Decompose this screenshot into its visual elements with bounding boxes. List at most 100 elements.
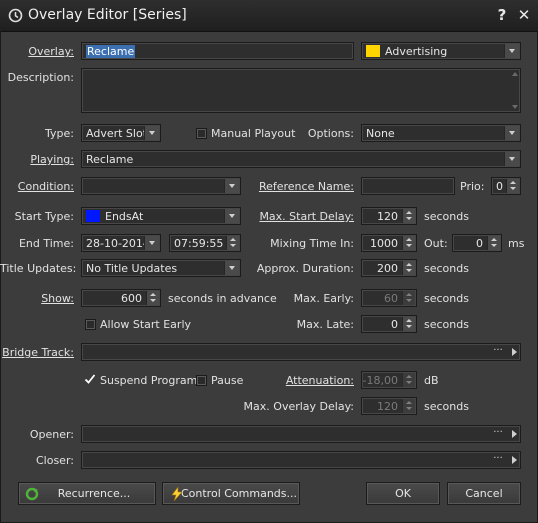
max-early-value: 60 xyxy=(384,292,398,305)
show-value: 600 xyxy=(121,292,142,305)
close-button[interactable]: ✕ xyxy=(516,6,532,24)
chevron-down-icon[interactable] xyxy=(144,126,159,140)
type-value: Advert Slot xyxy=(86,127,148,140)
max-start-delay-label: Max. Start Delay: xyxy=(259,210,354,223)
closer-label: Closer: xyxy=(35,454,74,467)
out-value: 0 xyxy=(476,237,483,250)
category-select[interactable]: Advertising xyxy=(361,42,521,60)
category-value: Advertising xyxy=(385,45,448,58)
spinner-arrows-icon[interactable] xyxy=(226,236,239,250)
condition-label: Condition: xyxy=(17,180,74,193)
options-select[interactable]: None xyxy=(361,124,521,142)
condition-select[interactable] xyxy=(81,177,241,195)
chevron-down-icon[interactable] xyxy=(224,261,239,275)
scroll-up-icon[interactable] xyxy=(512,72,518,76)
spinner-arrows-icon[interactable] xyxy=(402,291,415,305)
clock-icon xyxy=(8,8,23,23)
suspend-program-checkbox[interactable] xyxy=(84,373,96,385)
max-overlay-delay-label: Max. Overlay Delay: xyxy=(243,400,354,413)
control-commands-label: Control Commands... xyxy=(180,487,297,500)
scroll-down-icon[interactable] xyxy=(512,105,518,109)
overlay-name-input[interactable]: Reclame xyxy=(81,42,354,60)
browse-ellipsis-button[interactable]: ··· xyxy=(490,453,506,467)
out-spinner[interactable]: 0 xyxy=(452,234,502,252)
endsat-color-swatch xyxy=(86,210,100,222)
type-select[interactable]: Advert Slot xyxy=(81,124,161,142)
max-early-unit: seconds xyxy=(424,292,469,305)
attenuation-unit: dB xyxy=(424,374,439,387)
opener-input[interactable]: ··· xyxy=(81,425,521,443)
end-time-label: End Time: xyxy=(18,237,74,250)
play-arrow-icon[interactable] xyxy=(512,348,517,356)
title-updates-select[interactable]: No Title Updates xyxy=(81,259,241,277)
spinner-arrows-icon[interactable] xyxy=(402,261,415,275)
chevron-down-icon[interactable] xyxy=(504,126,519,140)
max-start-delay-unit: seconds xyxy=(424,210,469,223)
spinner-arrows-icon[interactable] xyxy=(402,399,415,413)
control-commands-button[interactable]: Control Commands... xyxy=(162,482,300,505)
title-updates-value: No Title Updates xyxy=(86,262,178,275)
chevron-down-icon[interactable] xyxy=(504,44,519,58)
start-type-select[interactable]: EndsAt xyxy=(81,207,241,225)
chevron-down-icon[interactable] xyxy=(144,236,159,250)
spinner-arrows-icon[interactable] xyxy=(487,236,500,250)
help-button[interactable]: ? xyxy=(494,6,510,24)
approx-duration-unit: seconds xyxy=(424,262,469,275)
suspend-program-label: Suspend Program xyxy=(100,374,198,387)
show-spinner[interactable]: 600 xyxy=(81,289,161,307)
browse-ellipsis-button[interactable]: ··· xyxy=(490,345,506,359)
chevron-down-icon[interactable] xyxy=(224,209,239,223)
spinner-arrows-icon[interactable] xyxy=(146,291,159,305)
closer-input[interactable]: ··· xyxy=(81,451,521,469)
spinner-arrows-icon[interactable] xyxy=(402,317,415,331)
spinner-arrows-icon[interactable] xyxy=(402,373,415,387)
play-arrow-icon[interactable] xyxy=(512,456,517,464)
bridge-track-label: Bridge Track: xyxy=(2,346,74,359)
playing-value: Reclame xyxy=(86,153,134,166)
options-label: Options: xyxy=(307,127,354,140)
window-title: Overlay Editor [Series] xyxy=(28,7,187,23)
allow-start-early-checkbox[interactable] xyxy=(85,319,96,330)
play-arrow-icon[interactable] xyxy=(512,430,517,438)
max-overlay-delay-spinner[interactable]: 120 xyxy=(361,397,417,415)
max-late-spinner[interactable]: 0 xyxy=(361,315,417,333)
chevron-down-icon[interactable] xyxy=(224,179,239,193)
max-overlay-delay-value: 120 xyxy=(377,400,398,413)
bridge-track-input[interactable]: ··· xyxy=(81,343,521,361)
manual-playout-checkbox[interactable] xyxy=(196,128,207,139)
allow-start-early-label: Allow Start Early xyxy=(100,318,192,331)
pause-checkbox[interactable] xyxy=(196,375,207,386)
type-label: Type: xyxy=(45,127,74,140)
show-label: Show: xyxy=(41,292,74,305)
prio-spinner[interactable]: 0 xyxy=(491,177,521,195)
spinner-arrows-icon[interactable] xyxy=(402,209,415,223)
spinner-arrows-icon[interactable] xyxy=(402,236,415,250)
approx-duration-spinner[interactable]: 200 xyxy=(361,259,417,277)
spinner-arrows-icon[interactable] xyxy=(506,179,519,193)
attenuation-label: Attenuation: xyxy=(285,374,354,387)
playing-select[interactable]: Reclame xyxy=(81,150,521,168)
ok-button[interactable]: OK xyxy=(366,482,440,505)
max-late-unit: seconds xyxy=(424,318,469,331)
end-date-picker[interactable]: 28-10-2014 xyxy=(81,234,161,252)
approx-duration-label: Approx. Duration: xyxy=(256,262,354,275)
chevron-down-icon[interactable] xyxy=(504,152,519,166)
recurrence-button[interactable]: Recurrence... xyxy=(18,482,156,505)
browse-ellipsis-button[interactable]: ··· xyxy=(490,427,506,441)
out-label: Out: xyxy=(424,237,448,250)
attenuation-value: -18,00 xyxy=(362,374,398,387)
max-late-value: 0 xyxy=(391,318,398,331)
max-early-spinner[interactable]: 60 xyxy=(361,289,417,307)
recurrence-label: Recurrence... xyxy=(57,487,131,500)
max-start-delay-spinner[interactable]: 120 xyxy=(361,207,417,225)
description-textarea[interactable] xyxy=(81,68,521,113)
end-time-spinner[interactable]: 07:59:55 xyxy=(169,234,241,252)
cancel-button[interactable]: Cancel xyxy=(447,482,521,505)
mixing-time-in-value: 1000 xyxy=(370,237,398,250)
mixing-time-in-spinner[interactable]: 1000 xyxy=(361,234,417,252)
attenuation-spinner[interactable]: -18,00 xyxy=(361,371,417,389)
title-updates-label: Title Updates: xyxy=(0,262,77,275)
approx-duration-value: 200 xyxy=(377,262,398,275)
playing-label: Playing: xyxy=(30,153,74,166)
reference-name-input[interactable] xyxy=(361,177,455,195)
